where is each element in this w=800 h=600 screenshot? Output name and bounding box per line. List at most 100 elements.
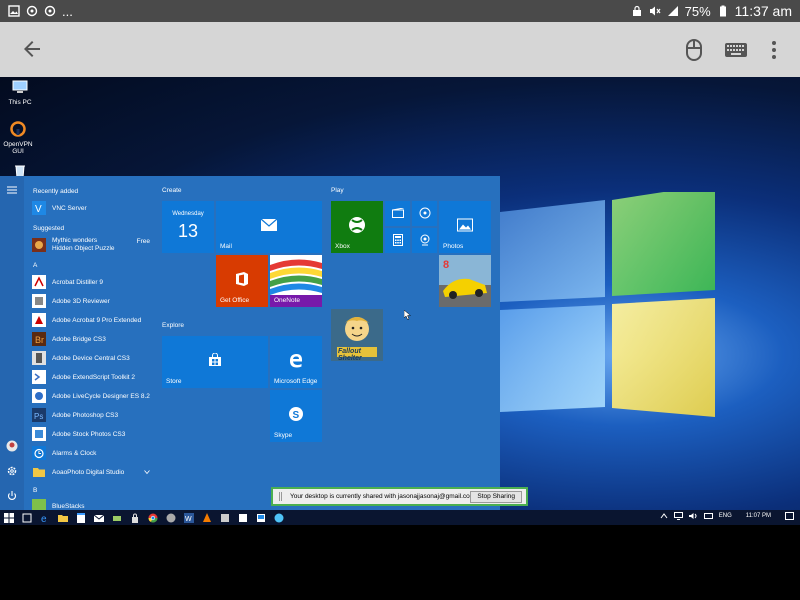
settings-gear-icon[interactable] — [6, 465, 18, 477]
user-avatar-icon[interactable] — [6, 440, 18, 452]
tile-get-office[interactable]: Get Office — [216, 255, 268, 307]
app-item-adobe-acrobat-9[interactable]: Adobe Acrobat 9 Pro Extended — [32, 312, 156, 328]
more-notifications-text: ... — [62, 3, 73, 19]
tile-skype[interactable]: S Skype — [270, 390, 322, 442]
app-label: Adobe Photoshop CS3 — [52, 411, 119, 419]
tile-fallout-shelter[interactable]: Fallout Shelter — [331, 309, 383, 362]
chrome-icon[interactable] — [148, 513, 158, 523]
power-icon[interactable] — [6, 490, 18, 502]
vnc-icon: V — [32, 201, 46, 215]
racing-car-artwork: 8 — [439, 255, 491, 307]
app-item-vnc-server[interactable]: V VNC Server — [32, 200, 156, 216]
task-view-icon[interactable] — [22, 513, 32, 523]
action-center-icon[interactable] — [785, 512, 794, 520]
app-item-adobe-extendscript[interactable]: Adobe ExtendScript Toolkit 2 — [32, 369, 156, 385]
app-label: Adobe Stock Photos CS3 — [52, 430, 126, 438]
tile-xbox[interactable]: Xbox — [331, 201, 383, 253]
desktop-icon-this-pc[interactable]: This PC — [2, 79, 38, 106]
tile-group-play[interactable]: Play — [331, 187, 344, 194]
app-label: Adobe Bridge CS3 — [52, 335, 106, 343]
app-label: VNC Server — [52, 204, 87, 212]
keyboard-tray-icon[interactable] — [703, 512, 713, 520]
mouse-icon[interactable] — [684, 38, 704, 62]
app-taskbar-icon[interactable] — [238, 513, 248, 523]
tile-photos[interactable]: Photos — [439, 201, 491, 253]
svg-text:W: W — [185, 516, 192, 523]
edge-taskbar-icon[interactable]: e — [40, 513, 50, 523]
adobe-stock-photos-icon — [32, 427, 46, 441]
tool-icon[interactable] — [112, 513, 122, 523]
svg-text:8: 8 — [443, 259, 449, 271]
app-item-adobe-photoshop[interactable]: Ps Adobe Photoshop CS3 — [32, 407, 156, 423]
app-item-adobe-stock-photos[interactable]: Adobe Stock Photos CS3 — [32, 426, 156, 442]
battery-icon — [719, 5, 726, 17]
word-icon[interactable]: W — [184, 512, 194, 523]
notepad-icon[interactable] — [76, 512, 86, 523]
app-item-adobe-device-central[interactable]: Adobe Device Central CS3 — [32, 350, 156, 366]
tile-group-explore[interactable]: Explore — [162, 322, 184, 329]
media-player-icon[interactable] — [166, 513, 176, 523]
letter-b-heading[interactable]: B — [33, 487, 37, 494]
adobe-extendscript-icon — [32, 370, 46, 384]
start-menu-rail — [0, 176, 24, 510]
film-icon — [391, 207, 404, 218]
windows-wallpaper-logo — [500, 192, 715, 417]
chat-taskbar-icon[interactable] — [274, 513, 284, 523]
music-disc-icon — [419, 207, 430, 218]
vnc-taskbar-icon[interactable] — [256, 513, 266, 523]
app-item-acrobat-distiller[interactable]: Acrobat Distiller 9 — [32, 274, 156, 290]
keyboard-icon[interactable] — [724, 40, 748, 60]
app-item-mythic-wonders[interactable]: Mythic wonders Hidden Object Puzzle Free — [32, 236, 156, 254]
remote-desktop-view[interactable]: This PC OpenVPN GUI Recently added V VNC… — [0, 77, 800, 525]
windows-start-icon[interactable] — [4, 512, 14, 523]
hamburger-menu-icon[interactable] — [6, 184, 18, 196]
svg-text:Ps: Ps — [34, 412, 43, 421]
tile-label: Skype — [274, 432, 293, 439]
mail-taskbar-icon[interactable] — [94, 513, 104, 523]
tile-store[interactable]: Store — [162, 336, 268, 388]
language-indicator[interactable]: ENG — [719, 513, 732, 519]
tile-calculator[interactable] — [385, 228, 410, 253]
adobe-device-central-icon — [32, 351, 46, 365]
drag-grip-icon[interactable] — [279, 492, 282, 501]
android-status-bar: ... 75% 11:37 am — [0, 0, 800, 22]
tile-calendar[interactable]: Wednesday 13 — [162, 201, 214, 253]
tile-onenote[interactable]: OneNote — [270, 255, 322, 307]
start-menu: Recently added V VNC Server Suggested My… — [0, 176, 500, 510]
desktop-icon-openvpn[interactable]: OpenVPN GUI — [0, 121, 36, 155]
tile-microsoft-edge[interactable]: Microsoft Edge — [270, 336, 322, 388]
file-explorer-icon[interactable] — [58, 513, 68, 523]
volume-icon[interactable] — [688, 512, 698, 520]
more-vert-icon[interactable] — [764, 38, 784, 62]
svg-text:Br: Br — [35, 335, 44, 345]
windows-taskbar: e W ENG 11:07 PM — [0, 510, 800, 525]
stop-sharing-button[interactable]: Stop Sharing — [470, 491, 522, 503]
app-taskbar-icon[interactable] — [220, 513, 230, 523]
calendar-date: 13 — [178, 221, 199, 241]
tile-groove[interactable] — [412, 201, 437, 226]
lock-taskbar-icon[interactable] — [130, 513, 140, 523]
tile-camera[interactable] — [412, 228, 437, 253]
tile-asphalt-8[interactable]: 8 — [439, 255, 491, 307]
app-item-alarms-clock[interactable]: Alarms & Clock — [32, 445, 156, 461]
app-item-adobe-livecycle[interactable]: Adobe LiveCycle Designer ES 8.2 — [32, 388, 156, 404]
tile-label: Get Office — [220, 297, 250, 304]
folder-icon — [33, 468, 45, 477]
chevron-down-icon[interactable] — [144, 469, 150, 475]
openvpn-icon — [10, 121, 26, 137]
app-item-adobe-bridge[interactable]: Br Adobe Bridge CS3 — [32, 331, 156, 347]
xbox-icon — [349, 216, 365, 233]
chevron-up-icon[interactable] — [660, 512, 668, 520]
tile-movies[interactable] — [385, 201, 410, 226]
taskbar-clock[interactable]: 11:07 PM — [746, 513, 771, 519]
letter-a-heading[interactable]: A — [33, 262, 37, 269]
vlc-icon[interactable] — [202, 512, 212, 523]
store-bag-icon — [209, 352, 221, 366]
tile-mail[interactable]: Mail — [216, 201, 322, 253]
tile-group-create[interactable]: Create — [162, 187, 182, 194]
app-item-adobe-3d-reviewer[interactable]: Adobe 3D Reviewer — [32, 293, 156, 309]
app-item-bluestacks[interactable]: BlueStacks — [32, 498, 156, 510]
back-arrow-icon[interactable] — [20, 37, 44, 61]
app-item-aoaophoto[interactable]: AoaoPhoto Digital Studio — [32, 464, 156, 480]
network-icon[interactable] — [673, 512, 683, 520]
